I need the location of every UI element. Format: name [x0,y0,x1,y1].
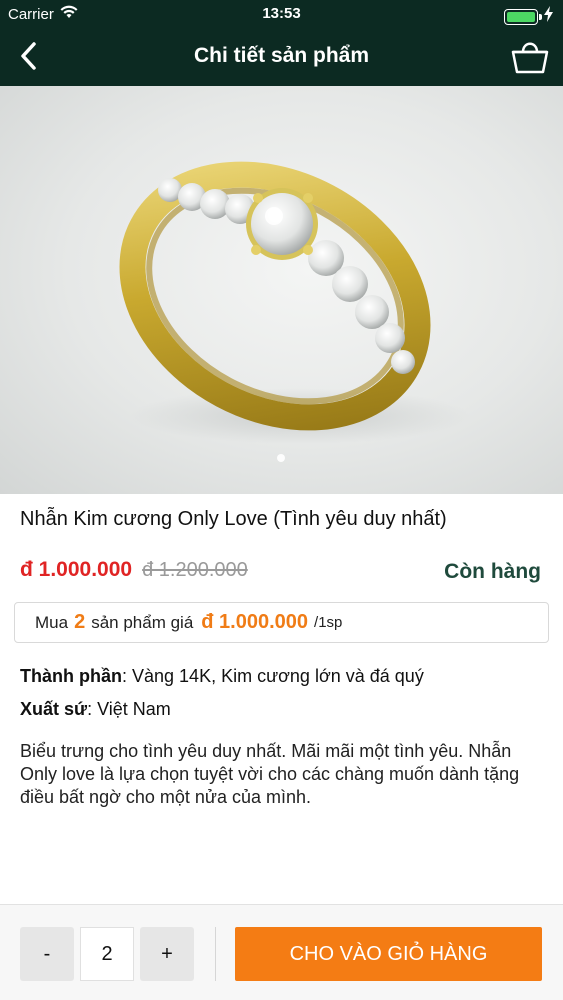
price-row: đ 1.000.000 đ 1.200.000 [20,558,248,582]
gallery-page-indicator [277,454,285,462]
attribute-label: Xuất sứ [20,699,88,719]
decrease-quantity-button[interactable]: - [20,927,74,981]
old-price: đ 1.200.000 [142,559,248,581]
divider [215,927,216,981]
bulk-offer-prefix: Mua [35,612,69,632]
bulk-offer-price: đ 1.000.000 [201,611,309,633]
attribute-value: : Vàng 14K, Kim cương lớn và đá quý [122,666,424,686]
bulk-offer-box: Mua 2 sản phẩm giá đ 1.000.000 /1sp [14,602,549,643]
quantity-field[interactable]: 2 [80,927,134,981]
increase-quantity-button[interactable]: + [140,927,194,981]
attribute-composition: Thành phần: Vàng 14K, Kim cương lớn và đ… [20,666,424,687]
product-name: Nhẫn Kim cương Only Love (Tình yêu duy n… [20,508,447,530]
add-to-cart-bar: - 2 + CHO VÀO GIỎ HÀNG [0,904,563,1000]
currency-symbol: đ [20,558,33,581]
bulk-offer-quantity: 2 [74,611,86,633]
status-time: 13:53 [262,5,301,22]
cart-button[interactable] [507,36,553,80]
current-price: đ 1.000.000 [20,558,132,582]
product-description: Biểu trưng cho tình yêu duy nhất. Mãi mã… [20,741,520,807]
charging-icon [544,6,553,27]
attribute-label: Thành phần [20,666,122,686]
battery-icon [504,8,542,25]
bulk-offer-middle: sản phẩm giá [91,612,194,632]
shopping-basket-icon [510,37,550,80]
add-to-cart-button[interactable]: CHO VÀO GIỎ HÀNG [235,927,542,981]
product-image[interactable] [0,86,563,494]
attribute-origin: Xuất sứ: Việt Nam [20,699,171,720]
status-right [504,6,553,27]
ring-illustration [119,161,470,444]
bulk-offer-unit: /1sp [314,614,343,631]
current-price-value: 1.000.000 [38,558,133,581]
page-title: Chi tiết sản phẩm [193,44,370,67]
stock-status: Còn hàng [444,560,541,583]
attribute-value: : Việt Nam [87,699,171,719]
nav-bar: Chi tiết sản phẩm [0,30,563,86]
status-bar: Carrier 13:53 [0,0,563,30]
